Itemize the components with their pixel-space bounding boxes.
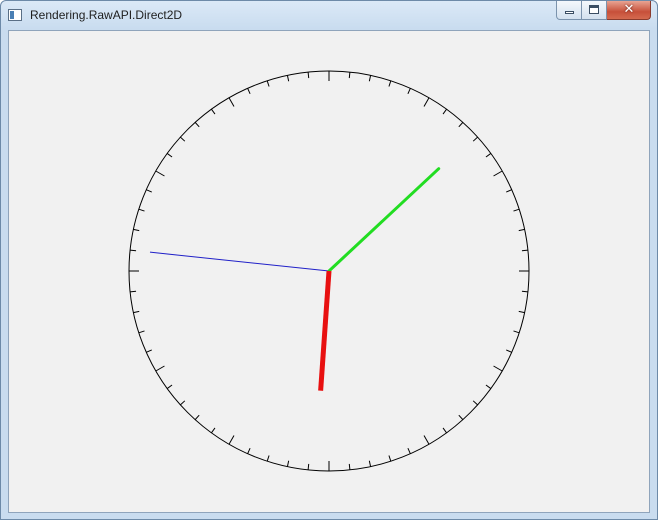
minor-tick [442, 427, 447, 434]
minor-tick [166, 153, 173, 158]
minor-tick [247, 88, 251, 94]
minor-tick [506, 189, 512, 193]
minor-tick [247, 448, 251, 454]
minor-tick [307, 72, 310, 79]
minor-tick [518, 228, 525, 232]
major-tick [228, 435, 235, 445]
minor-tick [388, 455, 392, 462]
minor-tick [286, 460, 290, 467]
minor-tick [211, 108, 216, 115]
second-hand [149, 251, 330, 272]
major-tick [493, 170, 503, 177]
minor-tick [286, 75, 290, 82]
minor-tick [180, 400, 186, 406]
major-tick [423, 435, 430, 445]
minor-tick [307, 463, 310, 470]
minor-tick [130, 249, 137, 252]
minor-tick [368, 460, 372, 467]
minor-tick [407, 448, 411, 454]
client-area [8, 30, 650, 513]
minor-tick [166, 384, 173, 389]
minor-tick [506, 349, 512, 353]
minor-tick [442, 108, 447, 115]
minor-tick [521, 249, 528, 252]
hour-hand [318, 270, 332, 391]
minor-tick [194, 414, 200, 420]
minor-tick [521, 290, 528, 293]
minor-tick [348, 463, 351, 470]
minor-tick [133, 310, 140, 314]
minor-tick [130, 290, 137, 293]
minor-tick [180, 136, 186, 142]
major-tick [155, 365, 165, 372]
minor-tick [458, 122, 464, 128]
minor-tick [458, 414, 464, 420]
minor-tick [388, 80, 392, 87]
major-tick [493, 365, 503, 372]
app-window: Rendering.RawAPI.Direct2D ✕ [0, 0, 658, 520]
minimize-button[interactable] [556, 1, 582, 20]
close-icon: ✕ [623, 2, 635, 17]
title-bar[interactable]: Rendering.RawAPI.Direct2D ✕ [1, 1, 657, 29]
minor-tick [368, 75, 372, 82]
caption-buttons: ✕ [556, 1, 651, 21]
minor-tick [472, 136, 478, 142]
minor-tick [407, 88, 411, 94]
minor-tick [133, 228, 140, 232]
minor-tick [194, 122, 200, 128]
minor-tick [513, 330, 520, 334]
close-button[interactable]: ✕ [607, 1, 651, 20]
minor-tick [472, 400, 478, 406]
maximize-icon [589, 5, 599, 14]
minor-tick [348, 72, 351, 79]
minimize-icon [565, 11, 574, 14]
minor-tick [138, 330, 145, 334]
minor-tick [266, 80, 270, 87]
minor-tick [485, 153, 492, 158]
minor-tick [138, 208, 145, 212]
application-window-icon[interactable] [8, 9, 22, 21]
window-title: Rendering.RawAPI.Direct2D [30, 8, 183, 22]
maximize-button[interactable] [582, 1, 607, 20]
minor-tick [513, 208, 520, 212]
minor-tick [211, 427, 216, 434]
major-tick [423, 97, 430, 107]
minor-tick [146, 189, 152, 193]
clock-canvas [128, 70, 530, 472]
minor-tick [266, 455, 270, 462]
minor-tick [518, 310, 525, 314]
green-hand [327, 167, 441, 273]
major-tick [228, 97, 235, 107]
minor-tick [146, 349, 152, 353]
major-tick [155, 170, 165, 177]
minor-tick [485, 384, 492, 389]
